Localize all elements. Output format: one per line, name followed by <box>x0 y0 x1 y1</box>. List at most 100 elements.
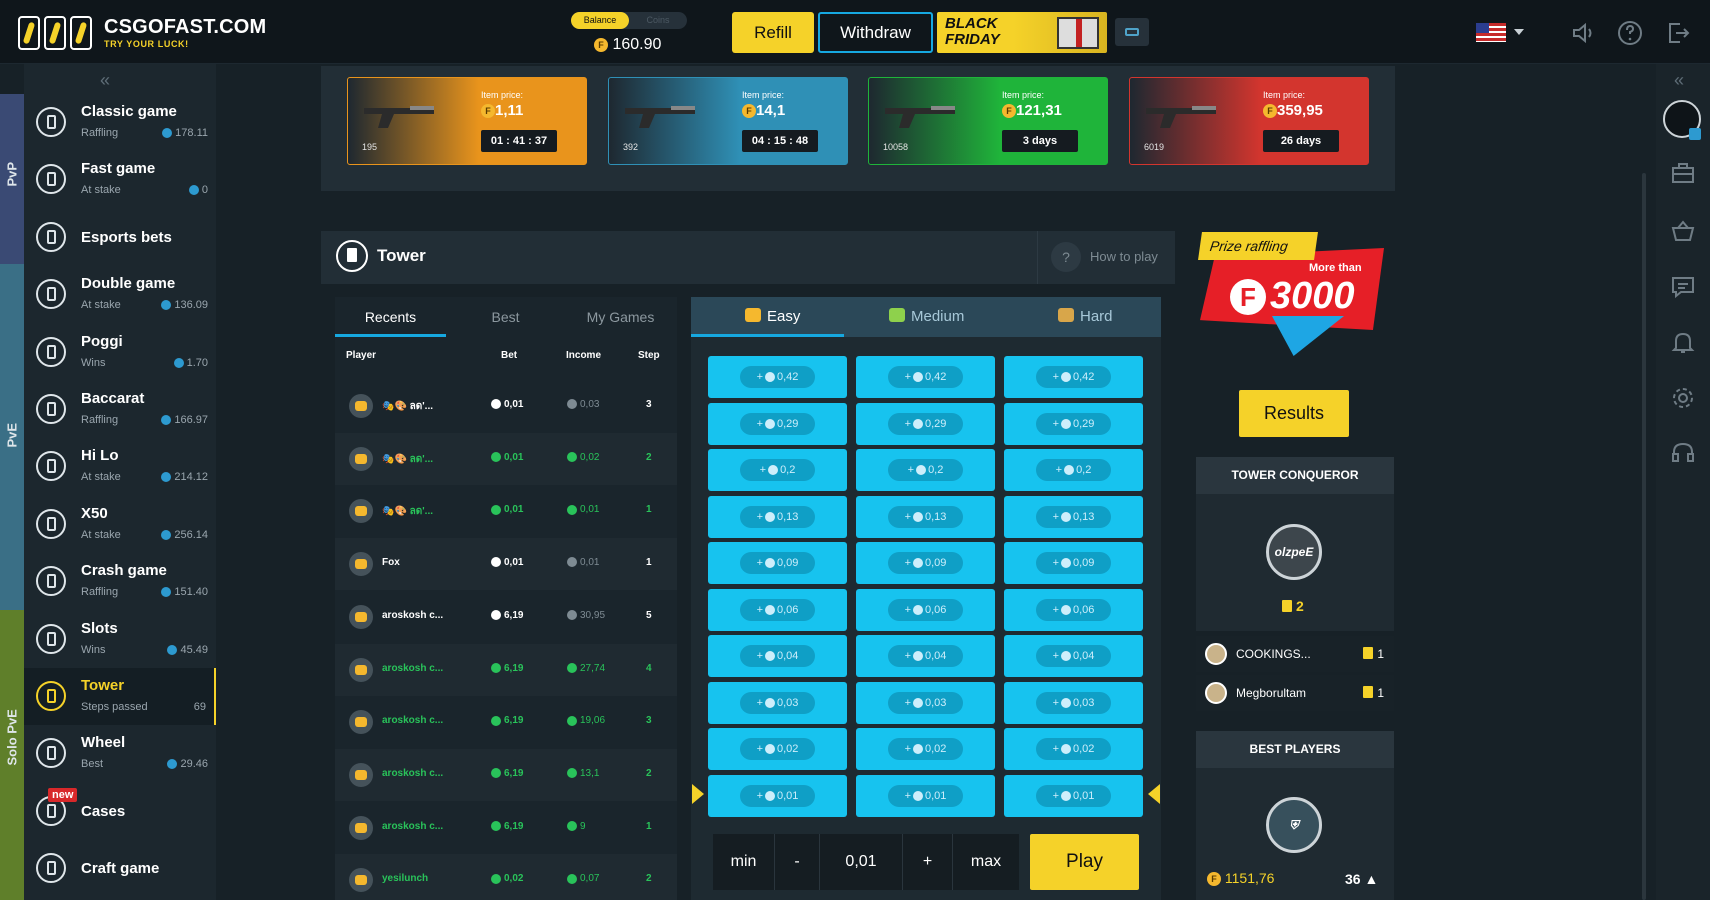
tower-cell[interactable]: +0,02 <box>708 728 847 770</box>
table-row[interactable]: yesilunch 0,02 0,07 2 <box>335 854 677 900</box>
chat-icon[interactable] <box>1670 274 1696 300</box>
sidebar-item-slots[interactable]: Slots Wins 45.49 <box>24 611 216 668</box>
collapse-sidebar-icon[interactable]: « <box>100 70 110 91</box>
tower-cell[interactable]: +0,03 <box>1004 681 1143 724</box>
basket-icon[interactable] <box>1670 218 1696 244</box>
sidebar-item-craft-game[interactable]: Craft game <box>24 840 216 897</box>
tower-cell[interactable]: +0,29 <box>708 402 847 445</box>
tower-cell[interactable]: +0,09 <box>708 542 847 584</box>
inventory-icon[interactable] <box>1670 160 1696 186</box>
table-row[interactable]: aroskosh c... 6,19 30,95 5 <box>335 591 677 643</box>
bet-amount-input[interactable]: 0,01 <box>820 834 903 890</box>
chevron-down-icon[interactable] <box>1514 29 1524 35</box>
tower-cell[interactable]: +0,04 <box>1004 635 1143 677</box>
sidebar-item-wheel[interactable]: Wheel Best 29.46 <box>24 725 216 782</box>
refill-button[interactable]: Refill <box>732 12 814 53</box>
tower-cell[interactable]: +0,13 <box>856 495 995 538</box>
scrollbar[interactable] <box>1642 173 1646 900</box>
tower-cell[interactable]: +0,2 <box>708 449 847 491</box>
tower-cell[interactable]: +0,42 <box>856 356 995 398</box>
collapse-right-icon[interactable]: « <box>1674 70 1684 91</box>
table-row[interactable]: aroskosh c... 6,19 19,06 3 <box>335 696 677 748</box>
tower-cell[interactable]: +0,09 <box>856 542 995 584</box>
tab-my-games[interactable]: My Games <box>565 309 676 325</box>
table-row[interactable]: aroskosh c... 6,19 13,1 2 <box>335 748 677 801</box>
table-row[interactable]: 🎭🎨 ลด'... 0,01 0,03 3 <box>335 380 677 432</box>
increase-bet-button[interactable]: + <box>903 834 953 890</box>
sidebar-item-double-game[interactable]: Double game At stake 136.09 <box>24 266 216 323</box>
tower-cell[interactable]: +0,06 <box>856 588 995 631</box>
ticket-button[interactable] <box>1115 18 1149 46</box>
max-bet-button[interactable]: max <box>953 834 1019 890</box>
balance-toggle-inactive[interactable]: Coins <box>629 12 687 29</box>
sidebar-item-hi-lo[interactable]: Hi Lo At stake 214.12 <box>24 438 216 495</box>
sidebar-item-cases[interactable]: Cases new <box>24 783 216 840</box>
table-row[interactable]: 🎭🎨 ลด'... 0,01 0,02 2 <box>335 432 677 485</box>
avatar[interactable]: ⛨ <box>1266 797 1322 853</box>
gear-icon[interactable] <box>1670 385 1696 411</box>
tab-easy[interactable]: Easy <box>745 308 800 325</box>
tower-cell[interactable]: +0,01 <box>708 774 847 817</box>
item-banner[interactable]: Item price: F 121,31 3 days 10058 <box>868 77 1108 165</box>
tower-cell[interactable]: +0,2 <box>1004 449 1143 491</box>
sidebar-item-classic-game[interactable]: Classic game Raffling 178.11 <box>24 94 216 151</box>
flag-us-icon[interactable] <box>1476 23 1506 42</box>
sidebar-item-esports-bets[interactable]: Esports bets <box>24 209 216 266</box>
tower-cell[interactable]: +0,04 <box>708 635 847 677</box>
table-row[interactable]: Fox 0,01 0,01 1 <box>335 538 677 591</box>
tower-cell[interactable]: +0,42 <box>1004 356 1143 398</box>
tab-medium[interactable]: Medium <box>889 308 964 325</box>
tab-pvp[interactable]: PvP <box>0 94 24 264</box>
avatar[interactable]: olzpeE <box>1266 524 1322 580</box>
tower-cell[interactable]: +0,42 <box>708 356 847 398</box>
item-banner[interactable]: Item price: F 14,1 04 : 15 : 48 392 <box>608 77 848 165</box>
tab-pve[interactable]: PvE <box>0 264 24 610</box>
sidebar-item-x50[interactable]: X50 At stake 256.14 <box>24 496 216 553</box>
tower-cell[interactable]: +0,02 <box>1004 728 1143 770</box>
tab-solo-pve[interactable]: Solo PvE <box>0 610 24 900</box>
tab-recents[interactable]: Recents <box>335 309 446 325</box>
help-icon[interactable] <box>1617 20 1643 46</box>
balance-toggle-active[interactable]: Balance <box>571 12 629 29</box>
tower-cell[interactable]: +0,02 <box>856 728 995 770</box>
tower-cell[interactable]: +0,01 <box>856 774 995 817</box>
support-24-icon[interactable] <box>1670 440 1696 466</box>
table-row[interactable]: aroskosh c... 6,19 9 1 <box>335 802 677 854</box>
sidebar-item-tower[interactable]: Tower Steps passed 69 <box>24 668 216 725</box>
results-button[interactable]: Results <box>1239 390 1349 437</box>
play-button[interactable]: Play <box>1030 834 1139 890</box>
logout-icon[interactable] <box>1665 20 1691 46</box>
sidebar-item-baccarat[interactable]: Baccarat Raffling 166.97 <box>24 381 216 438</box>
tower-cell[interactable]: +0,09 <box>1004 542 1143 584</box>
decrease-bet-button[interactable]: - <box>775 834 820 890</box>
item-banner[interactable]: Item price: F 359,95 26 days 6019 <box>1129 77 1369 165</box>
help-icon[interactable]: ? <box>1051 242 1081 272</box>
tower-cell[interactable]: +0,03 <box>708 681 847 724</box>
tower-cell[interactable]: +0,06 <box>708 588 847 631</box>
table-row[interactable]: aroskosh c... 6,19 27,74 4 <box>335 643 677 696</box>
tower-cell[interactable]: +0,04 <box>856 635 995 677</box>
withdraw-button[interactable]: Withdraw <box>818 12 933 53</box>
min-bet-button[interactable]: min <box>713 834 775 890</box>
balance-toggle[interactable]: Balance Coins <box>571 12 687 29</box>
sidebar-item-poggi[interactable]: Poggi Wins 1.70 <box>24 324 216 381</box>
tower-cell[interactable]: +0,29 <box>856 402 995 445</box>
tower-cell[interactable]: +0,13 <box>708 495 847 538</box>
bell-icon[interactable] <box>1670 330 1696 356</box>
tower-cell[interactable]: +0,01 <box>1004 774 1143 817</box>
table-row[interactable]: 🎭🎨 ลด'... 0,01 0,01 1 <box>335 485 677 537</box>
sidebar-item-fast-game[interactable]: Fast game At stake 0 <box>24 151 216 208</box>
item-banner[interactable]: Item price: F 1,11 01 : 41 : 37 195 <box>347 77 587 165</box>
sidebar-item-crash-game[interactable]: Crash game Raffling 151.40 <box>24 553 216 610</box>
tower-cell[interactable]: +0,29 <box>1004 402 1143 445</box>
tower-cell[interactable]: +0,13 <box>1004 495 1143 538</box>
tab-best[interactable]: Best <box>450 309 561 325</box>
sound-icon[interactable] <box>1570 20 1596 46</box>
black-friday-banner[interactable]: BLACK FRIDAY <box>937 12 1107 53</box>
conqueror-row[interactable]: Megborultam 1 <box>1196 675 1394 711</box>
conqueror-row[interactable]: COOKINGS... 1 <box>1196 636 1394 672</box>
tower-cell[interactable]: +0,03 <box>856 681 995 724</box>
tower-cell[interactable]: +0,2 <box>856 449 995 491</box>
how-to-play-label[interactable]: How to play <box>1090 249 1158 264</box>
tower-cell[interactable]: +0,06 <box>1004 588 1143 631</box>
